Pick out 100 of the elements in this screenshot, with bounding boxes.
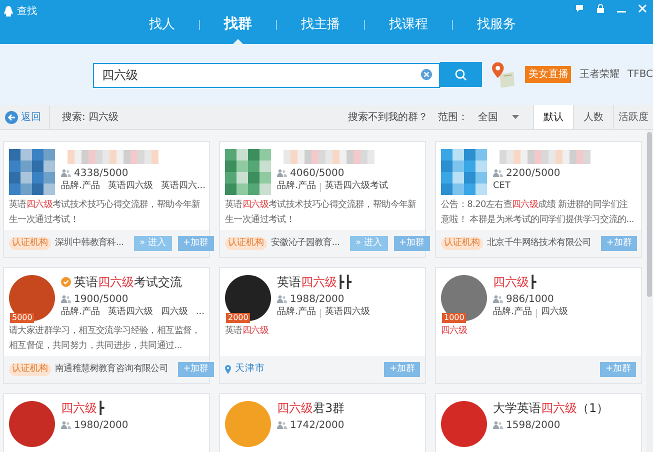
group-tag: 四六级	[160, 306, 188, 320]
people-icon	[61, 169, 71, 177]
member-limit-badge: 2000	[226, 313, 250, 323]
range-label: 范围：	[438, 110, 468, 124]
member-limit-badge: 1000	[442, 313, 466, 323]
group-title[interactable]: 四六级┣	[493, 273, 536, 291]
group-tag: 品牌.产品	[277, 306, 316, 320]
group-tag: CET	[493, 180, 510, 194]
group-title[interactable]: 英语四六级考试交流	[74, 273, 182, 291]
certification-tag: 认证机构	[9, 362, 51, 376]
map-pin-icon[interactable]	[492, 62, 516, 88]
member-count: 1900/5000	[74, 292, 128, 306]
nav-tab[interactable]: 找课程	[365, 14, 452, 34]
organization-name: 北京千牛网络技术有限公司	[487, 236, 592, 250]
back-button[interactable]: 返回	[0, 105, 50, 129]
group-description: 四六级	[441, 324, 468, 338]
pixelated-avatar	[9, 149, 55, 195]
member-count: 4060/5000	[290, 166, 344, 180]
location-text: 天津市	[235, 362, 265, 376]
avatar-photo-placeholder	[225, 275, 271, 321]
enter-button[interactable]: » 进入	[350, 236, 388, 251]
member-count: 1742/2000	[290, 418, 344, 432]
group-tag: ...	[196, 306, 204, 320]
clear-icon[interactable]	[420, 69, 432, 80]
group-title[interactable]: 四六级君3群	[277, 399, 345, 417]
member-count: 1988/2000	[290, 292, 344, 306]
nav-tab[interactable]: 找人	[125, 14, 199, 34]
pixelated-avatar	[441, 149, 487, 195]
close-icon[interactable]	[638, 4, 647, 13]
people-icon	[277, 295, 287, 303]
avatar-photo-placeholder	[9, 401, 55, 447]
member-count: 986/1000	[506, 292, 554, 306]
nav-tab[interactable]: 找服务	[453, 14, 540, 34]
certification-tag: 认证机构	[9, 236, 51, 250]
group-title[interactable]: 大学英语四六级（1）	[493, 399, 609, 417]
join-button[interactable]: +加群	[178, 362, 214, 377]
organization-name: 安徽沁子园教育...	[271, 236, 340, 250]
people-icon	[493, 295, 503, 303]
join-button[interactable]: +加群	[178, 236, 214, 251]
group-tag: 英语四六...	[160, 180, 206, 194]
join-button[interactable]: +加群	[384, 362, 420, 377]
group-tag: 四六级	[540, 306, 568, 320]
group-tag: 英语四六级	[108, 180, 153, 194]
member-count: 1598/2000	[506, 418, 560, 432]
group-title[interactable]: 英语四六级┣┣	[277, 273, 352, 291]
people-icon	[277, 169, 287, 177]
window-title: 查找	[17, 4, 37, 19]
group-description: 英语四六级	[225, 324, 270, 338]
join-button[interactable]: +加群	[600, 362, 636, 377]
people-icon	[277, 421, 287, 429]
organization-name: 南通稚慧树教育咨询有限公司	[55, 362, 168, 376]
group-description: 公告：8.20左右查四六级成绩 新进群的同学们注意啦！ 本群是为米考试的同学们提供学习交流的...	[441, 198, 635, 227]
group-tag: 品牌.产品	[61, 306, 100, 320]
hot-tag[interactable]: 美女直播	[525, 66, 572, 83]
feedback-icon[interactable]	[575, 4, 584, 13]
organization-name: 深圳中韩教育科...	[55, 236, 124, 250]
help-link[interactable]: 搜索不到我的群？	[348, 110, 428, 124]
group-description: 英语四六级考试技术技巧心得交流群，帮助今年新生一次通过考试！	[225, 198, 418, 227]
search-icon	[454, 68, 467, 80]
group-description: 请大家进群学习，相互交流学习经验，相互监督，相互督促，共同努力，共同进步，共同通过...	[9, 324, 202, 353]
join-button[interactable]: +加群	[394, 236, 430, 251]
avatar-photo-placeholder	[9, 275, 55, 321]
member-limit-badge: 5000	[10, 313, 34, 323]
people-icon	[61, 295, 71, 303]
search-query-label: 搜索: 四六级	[62, 110, 119, 124]
sort-tab[interactable]: 默认	[533, 105, 573, 129]
pixelated-avatar	[225, 149, 271, 195]
member-count: 1980/2000	[74, 418, 128, 432]
scrollbar-thumb[interactable]	[647, 132, 652, 297]
member-count: 2200/5000	[506, 166, 560, 180]
caret-icon	[512, 115, 519, 119]
nav-tab[interactable]: 找主播	[277, 14, 364, 34]
member-count: 4338/5000	[74, 166, 128, 180]
certification-tag: 认证机构	[225, 236, 267, 250]
search-button[interactable]	[440, 62, 482, 87]
hot-tag[interactable]: 王者荣耀	[579, 67, 620, 82]
join-button[interactable]: +加群	[601, 236, 637, 251]
group-tag: 品牌.产品	[61, 180, 100, 194]
enter-button[interactable]: » 进入	[134, 236, 172, 251]
certification-tag: 认证机构	[441, 236, 483, 250]
back-arrow-icon	[5, 110, 18, 124]
hot-tag[interactable]: TFBC	[627, 67, 653, 82]
avatar-photo-placeholder	[441, 275, 487, 321]
avatar-photo-placeholder	[441, 401, 487, 447]
people-icon	[493, 421, 503, 429]
group-title[interactable]: 四六级┣	[61, 399, 104, 417]
people-icon	[493, 169, 503, 177]
group-description: 英语四六级考试技术技巧心得交流群，帮助今年新生一次通过考试！	[9, 198, 202, 227]
people-icon	[61, 421, 71, 429]
group-tag: 品牌.产品	[493, 306, 532, 320]
location-pin-icon	[225, 365, 231, 374]
penguin-icon	[4, 6, 13, 17]
group-tag: 英语四六级	[108, 306, 153, 320]
search-field[interactable]: 四六级	[93, 63, 440, 88]
avatar-photo-placeholder	[225, 401, 271, 447]
group-tag: 英语四六级	[324, 306, 370, 320]
lock-icon[interactable]	[596, 4, 605, 13]
group-tag: 英语四六级考试	[324, 180, 388, 194]
group-tag: 品牌.产品	[277, 180, 316, 194]
range-dropdown[interactable]: 全国	[474, 110, 523, 124]
